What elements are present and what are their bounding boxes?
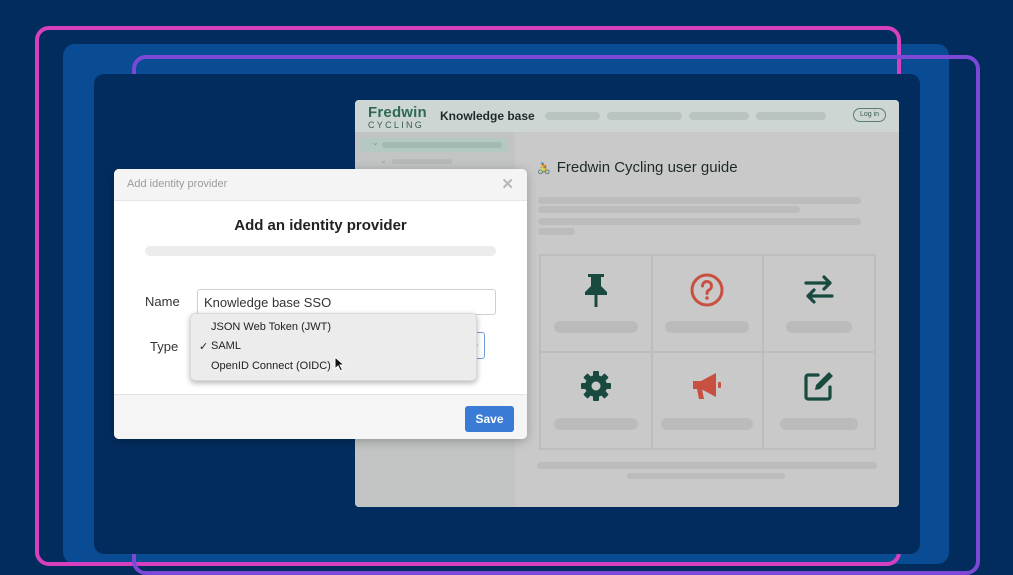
nav-placeholder[interactable] — [756, 112, 826, 120]
kb-main: 🚴 Fredwin Cycling user guide — [515, 132, 899, 507]
category-tile[interactable] — [763, 255, 875, 352]
category-tile[interactable] — [651, 352, 764, 449]
text-placeholder — [538, 197, 861, 204]
text-placeholder — [627, 473, 785, 479]
text-placeholder — [538, 206, 800, 213]
check-icon: ✓ — [199, 341, 209, 353]
kb-title: Knowledge base — [440, 109, 535, 123]
login-button[interactable]: Log in — [853, 108, 886, 122]
chevron-down-icon: ⌄ — [380, 156, 387, 165]
tile-label-placeholder — [786, 321, 853, 333]
category-tile[interactable] — [763, 352, 875, 449]
nav-placeholder[interactable] — [689, 112, 749, 120]
pin-icon — [584, 274, 607, 307]
text-placeholder — [537, 462, 877, 469]
tile-label-placeholder — [665, 321, 750, 333]
dialog-header: Add identity provider ✕ — [114, 169, 527, 201]
add-identity-provider-dialog: Add identity provider ✕ Add an identity … — [114, 169, 527, 439]
guide-title: 🚴 Fredwin Cycling user guide — [537, 159, 738, 176]
dialog-header-title: Add identity provider — [127, 178, 228, 190]
dropdown-option-jwt[interactable]: JSON Web Token (JWT) — [211, 321, 331, 333]
question-circle-icon — [690, 273, 724, 307]
gear-icon — [580, 371, 611, 401]
close-icon[interactable]: ✕ — [501, 175, 514, 193]
tile-label-placeholder — [553, 321, 638, 333]
name-input[interactable] — [197, 289, 496, 315]
text-placeholder — [538, 218, 861, 225]
sidebar-item[interactable]: ⌄ — [375, 156, 465, 166]
tile-label-placeholder — [553, 418, 638, 430]
type-label: Type — [150, 339, 179, 354]
brand-name: Fredwin — [368, 104, 427, 121]
brand-logo[interactable]: Fredwin CYCLING — [368, 105, 434, 130]
nav-placeholder[interactable] — [607, 112, 682, 120]
dropdown-option-oidc[interactable]: OpenID Connect (OIDC) — [211, 360, 331, 372]
category-tile[interactable] — [540, 255, 652, 352]
sidebar-item-active[interactable]: ⌄ — [360, 138, 508, 152]
megaphone-icon — [693, 373, 722, 399]
tile-label-placeholder — [780, 418, 859, 430]
sidebar-item-placeholder — [382, 142, 502, 148]
arrows-exchange-icon — [804, 275, 834, 304]
edit-icon — [804, 372, 834, 401]
kb-header: Fredwin CYCLING Knowledge base Log in — [355, 100, 899, 132]
guide-title-text: Fredwin Cycling user guide — [556, 159, 738, 176]
mouse-cursor-icon — [334, 356, 346, 372]
category-grid — [539, 254, 876, 450]
brand-subtitle: CYCLING — [368, 120, 425, 130]
chevron-down-icon: ⌄ — [372, 138, 379, 147]
nav-placeholder[interactable] — [545, 112, 600, 120]
dropdown-option-saml[interactable]: ✓ SAML — [199, 340, 241, 353]
bicycle-icon: 🚴 — [537, 163, 551, 175]
dropdown-option-saml-label: SAML — [211, 340, 241, 352]
category-tile[interactable] — [651, 255, 764, 352]
progress-bar — [145, 246, 496, 256]
sidebar-item-placeholder — [392, 159, 452, 164]
dialog-footer: Save — [114, 394, 527, 439]
save-button[interactable]: Save — [465, 406, 514, 432]
name-label: Name — [145, 294, 180, 309]
category-tile[interactable] — [540, 352, 652, 449]
tile-label-placeholder — [661, 418, 754, 430]
text-placeholder — [538, 228, 575, 235]
dialog-title: Add an identity provider — [234, 217, 407, 234]
